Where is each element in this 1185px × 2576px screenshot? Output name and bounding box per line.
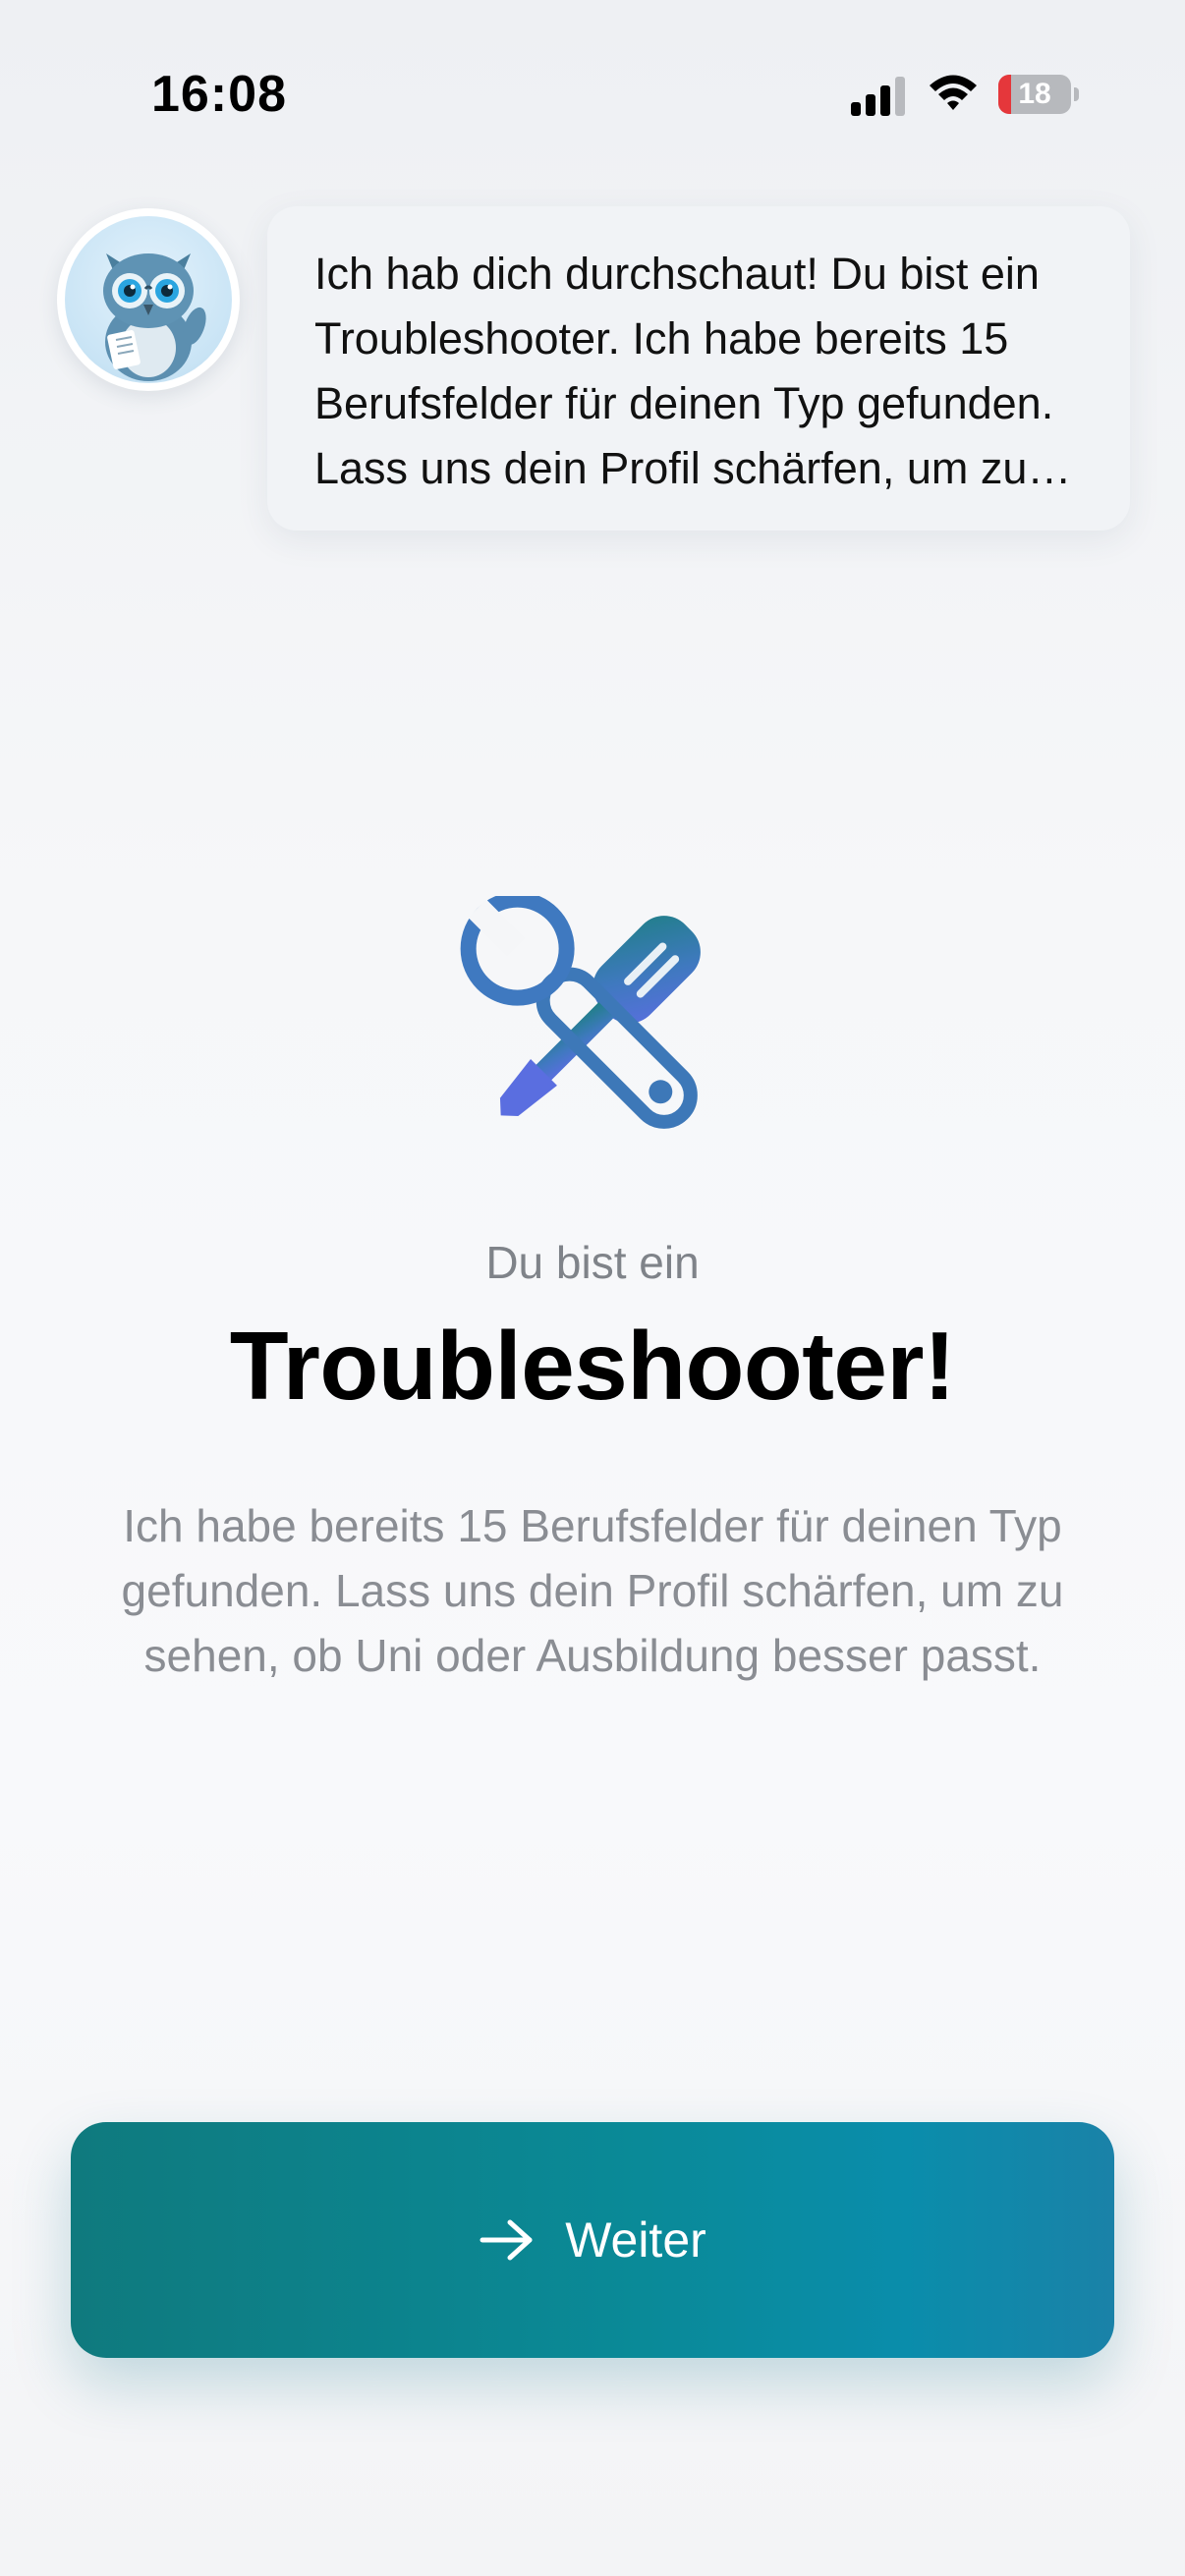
speech-bubble: Ich hab dich durchschaut! Du bist ein Tr… <box>267 206 1130 531</box>
avatar <box>57 208 240 391</box>
avatar-image <box>65 216 232 383</box>
signal-icon <box>851 77 905 116</box>
arrow-right-icon <box>480 2219 533 2261</box>
continue-button[interactable]: Weiter <box>71 2122 1114 2358</box>
wifi-icon <box>930 75 977 110</box>
battery-body: 18 <box>998 75 1071 114</box>
result-title: Troubleshooter! <box>229 1312 956 1420</box>
result-description: Ich habe bereits 15 Berufsfelder für dei… <box>121 1500 1064 1681</box>
result-subtitle: Du bist ein <box>485 1237 700 1288</box>
battery-icon: 18 <box>998 75 1079 114</box>
assistant-message: Ich hab dich durchschaut! Du bist ein Tr… <box>314 249 1054 493</box>
continue-button-label: Weiter <box>565 2212 706 2268</box>
status-bar: 16:08 18 <box>0 0 1185 196</box>
battery-level: 18 <box>1018 78 1051 110</box>
owl-mascot-icon <box>103 253 206 381</box>
status-time: 16:08 <box>151 66 287 123</box>
battery-cap <box>1074 87 1079 101</box>
wrench-screwdriver-icon <box>460 896 701 1129</box>
